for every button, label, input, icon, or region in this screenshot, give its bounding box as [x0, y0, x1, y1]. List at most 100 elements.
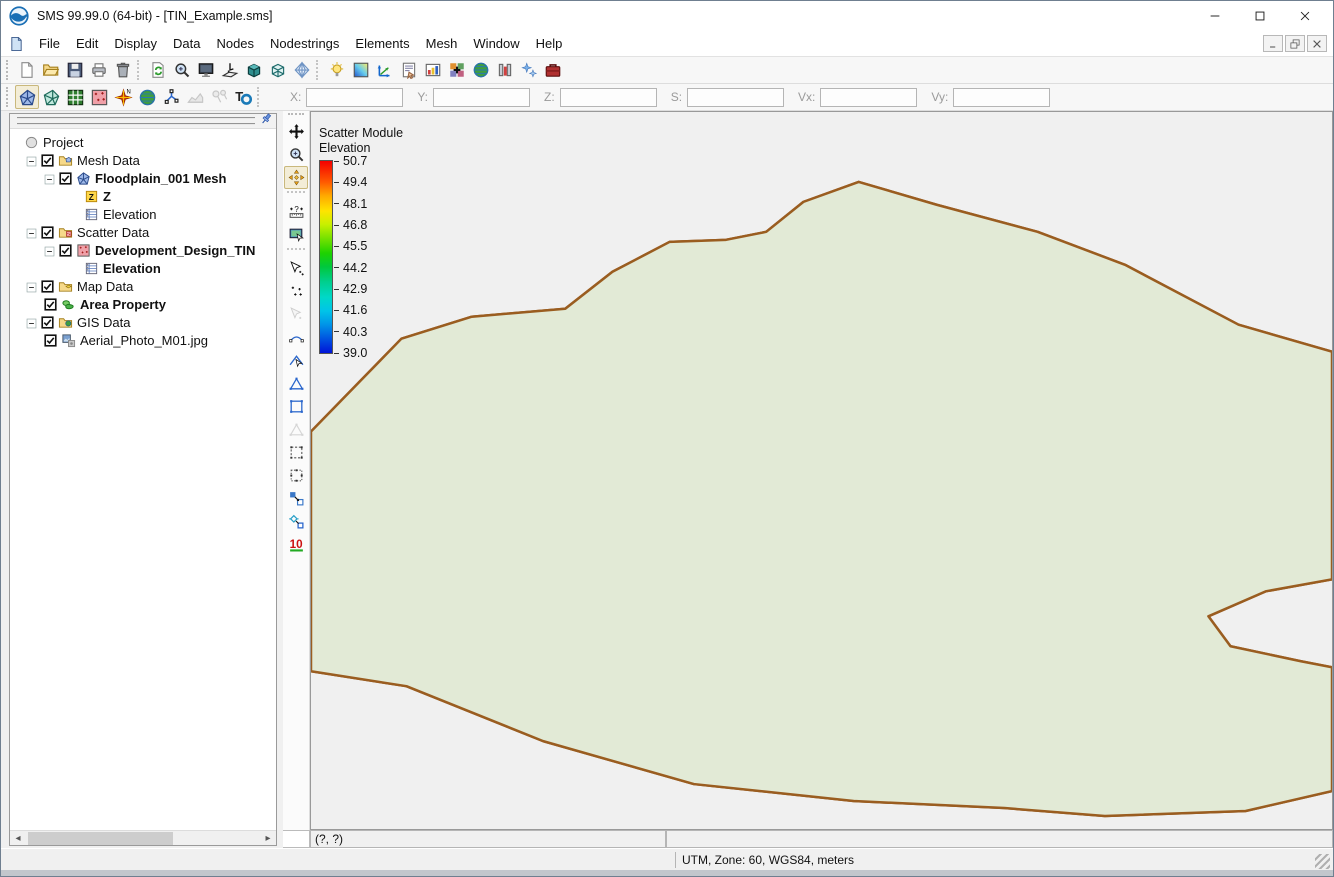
- scrollbar-track[interactable]: [26, 831, 260, 846]
- print-button[interactable]: [87, 58, 111, 82]
- menu-mesh[interactable]: Mesh: [418, 33, 466, 54]
- tree-row-development-design-tin[interactable]: Development_Design_TIN: [12, 241, 276, 259]
- axes-button[interactable]: [373, 58, 397, 82]
- tree-row-gis-data[interactable]: GIS Data: [12, 313, 276, 331]
- tree-label[interactable]: Z: [103, 189, 111, 204]
- select-box-tool[interactable]: [284, 441, 308, 464]
- tree-label[interactable]: Development_Design_TIN: [95, 243, 255, 258]
- menu-display[interactable]: Display: [106, 33, 165, 54]
- wireframe-view-button[interactable]: [266, 58, 290, 82]
- tree-label[interactable]: Aerial_Photo_M01.jpg: [80, 333, 208, 348]
- tree-checkbox-checked[interactable]: [41, 154, 54, 167]
- create-nodestring-tool[interactable]: [284, 326, 308, 349]
- web-button[interactable]: [469, 58, 493, 82]
- minimize-button[interactable]: [1192, 2, 1237, 30]
- tree-label[interactable]: GIS Data: [77, 315, 130, 330]
- select-node-tool[interactable]: [284, 257, 308, 280]
- menu-nodes[interactable]: Nodes: [208, 33, 262, 54]
- display-options-button[interactable]: [194, 58, 218, 82]
- tree-checkbox-checked[interactable]: [44, 298, 57, 311]
- film-loop-button[interactable]: [421, 58, 445, 82]
- scroll-left-icon[interactable]: ◂: [10, 831, 26, 846]
- lighting-options-button[interactable]: [325, 58, 349, 82]
- tree-row-mesh-data[interactable]: Mesh Data: [12, 151, 276, 169]
- coord-field-s[interactable]: [687, 88, 784, 107]
- pan-tool[interactable]: [284, 120, 308, 143]
- tree-checkbox-checked[interactable]: [59, 172, 72, 185]
- create-triangle-tool[interactable]: [284, 372, 308, 395]
- zoom-select-tool[interactable]: [284, 510, 308, 533]
- mdi-close-button[interactable]: [1307, 35, 1327, 52]
- tree-label[interactable]: Mesh Data: [77, 153, 140, 168]
- mesh-module-button[interactable]: [15, 85, 39, 109]
- plan-view-button[interactable]: [218, 58, 242, 82]
- mdi-restore-button[interactable]: [1285, 35, 1305, 52]
- tree-row-aerial-photo-m01-jpg[interactable]: Aerial_Photo_M01.jpg: [12, 331, 276, 349]
- menu-edit[interactable]: Edit: [68, 33, 106, 54]
- tree-label[interactable]: Map Data: [77, 279, 133, 294]
- tree-checkbox-checked[interactable]: [44, 334, 57, 347]
- delete-button[interactable]: [111, 58, 135, 82]
- tree-expander[interactable]: [26, 155, 37, 166]
- coord-field-vy[interactable]: [953, 88, 1050, 107]
- tree-expander[interactable]: [44, 245, 55, 256]
- tree-row-map-data[interactable]: Map Data: [12, 277, 276, 295]
- map-module-button[interactable]: N: [111, 85, 135, 109]
- tree-row-floodplain-001-mesh[interactable]: Floodplain_001 Mesh: [12, 169, 276, 187]
- tree-checkbox-checked[interactable]: [41, 226, 54, 239]
- create-node-tool[interactable]: [284, 280, 308, 303]
- save-button[interactable]: [63, 58, 87, 82]
- palette-grip[interactable]: [288, 113, 304, 118]
- resize-grip[interactable]: [1315, 854, 1330, 869]
- graphics-viewport[interactable]: Scatter Module Elevation 50.749.448.146.…: [310, 111, 1333, 830]
- tree-row-project[interactable]: Project: [12, 133, 276, 151]
- tree-horizontal-scrollbar[interactable]: ◂ ▸: [10, 830, 276, 845]
- zoom-tool[interactable]: [284, 143, 308, 166]
- coord-field-x[interactable]: [306, 88, 403, 107]
- grid-module-button[interactable]: [63, 85, 87, 109]
- menu-data[interactable]: Data: [165, 33, 208, 54]
- measure-tool[interactable]: ?: [284, 200, 308, 223]
- tree-expander[interactable]: [26, 227, 37, 238]
- rotate-tool[interactable]: [284, 166, 308, 189]
- coord-field-z[interactable]: [560, 88, 657, 107]
- tree-checkbox-checked[interactable]: [59, 244, 72, 257]
- wizard-button[interactable]: [517, 58, 541, 82]
- river-module-button[interactable]: [159, 85, 183, 109]
- create-quad-tool[interactable]: [284, 395, 308, 418]
- toolbox-button[interactable]: [541, 58, 565, 82]
- select-box-alt-tool[interactable]: [284, 464, 308, 487]
- close-button[interactable]: [1282, 2, 1327, 30]
- solid-view-button[interactable]: [242, 58, 266, 82]
- select-element-tool[interactable]: [284, 349, 308, 372]
- menu-file[interactable]: File: [31, 33, 68, 54]
- contour-options-button[interactable]: [349, 58, 373, 82]
- tree-checkbox-checked[interactable]: [41, 316, 54, 329]
- menu-elements[interactable]: Elements: [347, 33, 417, 54]
- tree-label[interactable]: Scatter Data: [77, 225, 149, 240]
- open-button[interactable]: [39, 58, 63, 82]
- tree-row-elevation[interactable]: Elevation: [12, 205, 276, 223]
- tree-expander[interactable]: [26, 317, 37, 328]
- gis-module-button[interactable]: [135, 85, 159, 109]
- mdi-minimize-button[interactable]: [1263, 35, 1283, 52]
- new-file-button[interactable]: [15, 58, 39, 82]
- contour-label-tool[interactable]: 10: [284, 533, 308, 556]
- tin-module-button[interactable]: [39, 85, 63, 109]
- scatter-module-button[interactable]: [87, 85, 111, 109]
- coord-field-vx[interactable]: [820, 88, 917, 107]
- model-check-button[interactable]: [493, 58, 517, 82]
- tree-row-z[interactable]: ZZ: [12, 187, 276, 205]
- menu-window[interactable]: Window: [465, 33, 527, 54]
- tree-label[interactable]: Area Property: [80, 297, 166, 312]
- maximize-button[interactable]: [1237, 2, 1282, 30]
- frame-zoom-button[interactable]: [170, 58, 194, 82]
- data-swap-tool[interactable]: [284, 487, 308, 510]
- tree-label[interactable]: Floodplain_001 Mesh: [95, 171, 226, 186]
- toolbox-module-button[interactable]: T: [231, 85, 255, 109]
- toolbar-grip[interactable]: [6, 60, 12, 80]
- add-data-button[interactable]: [445, 58, 469, 82]
- shaded-view-button[interactable]: [290, 58, 314, 82]
- coord-field-y[interactable]: [433, 88, 530, 107]
- select-display-tool[interactable]: [284, 223, 308, 246]
